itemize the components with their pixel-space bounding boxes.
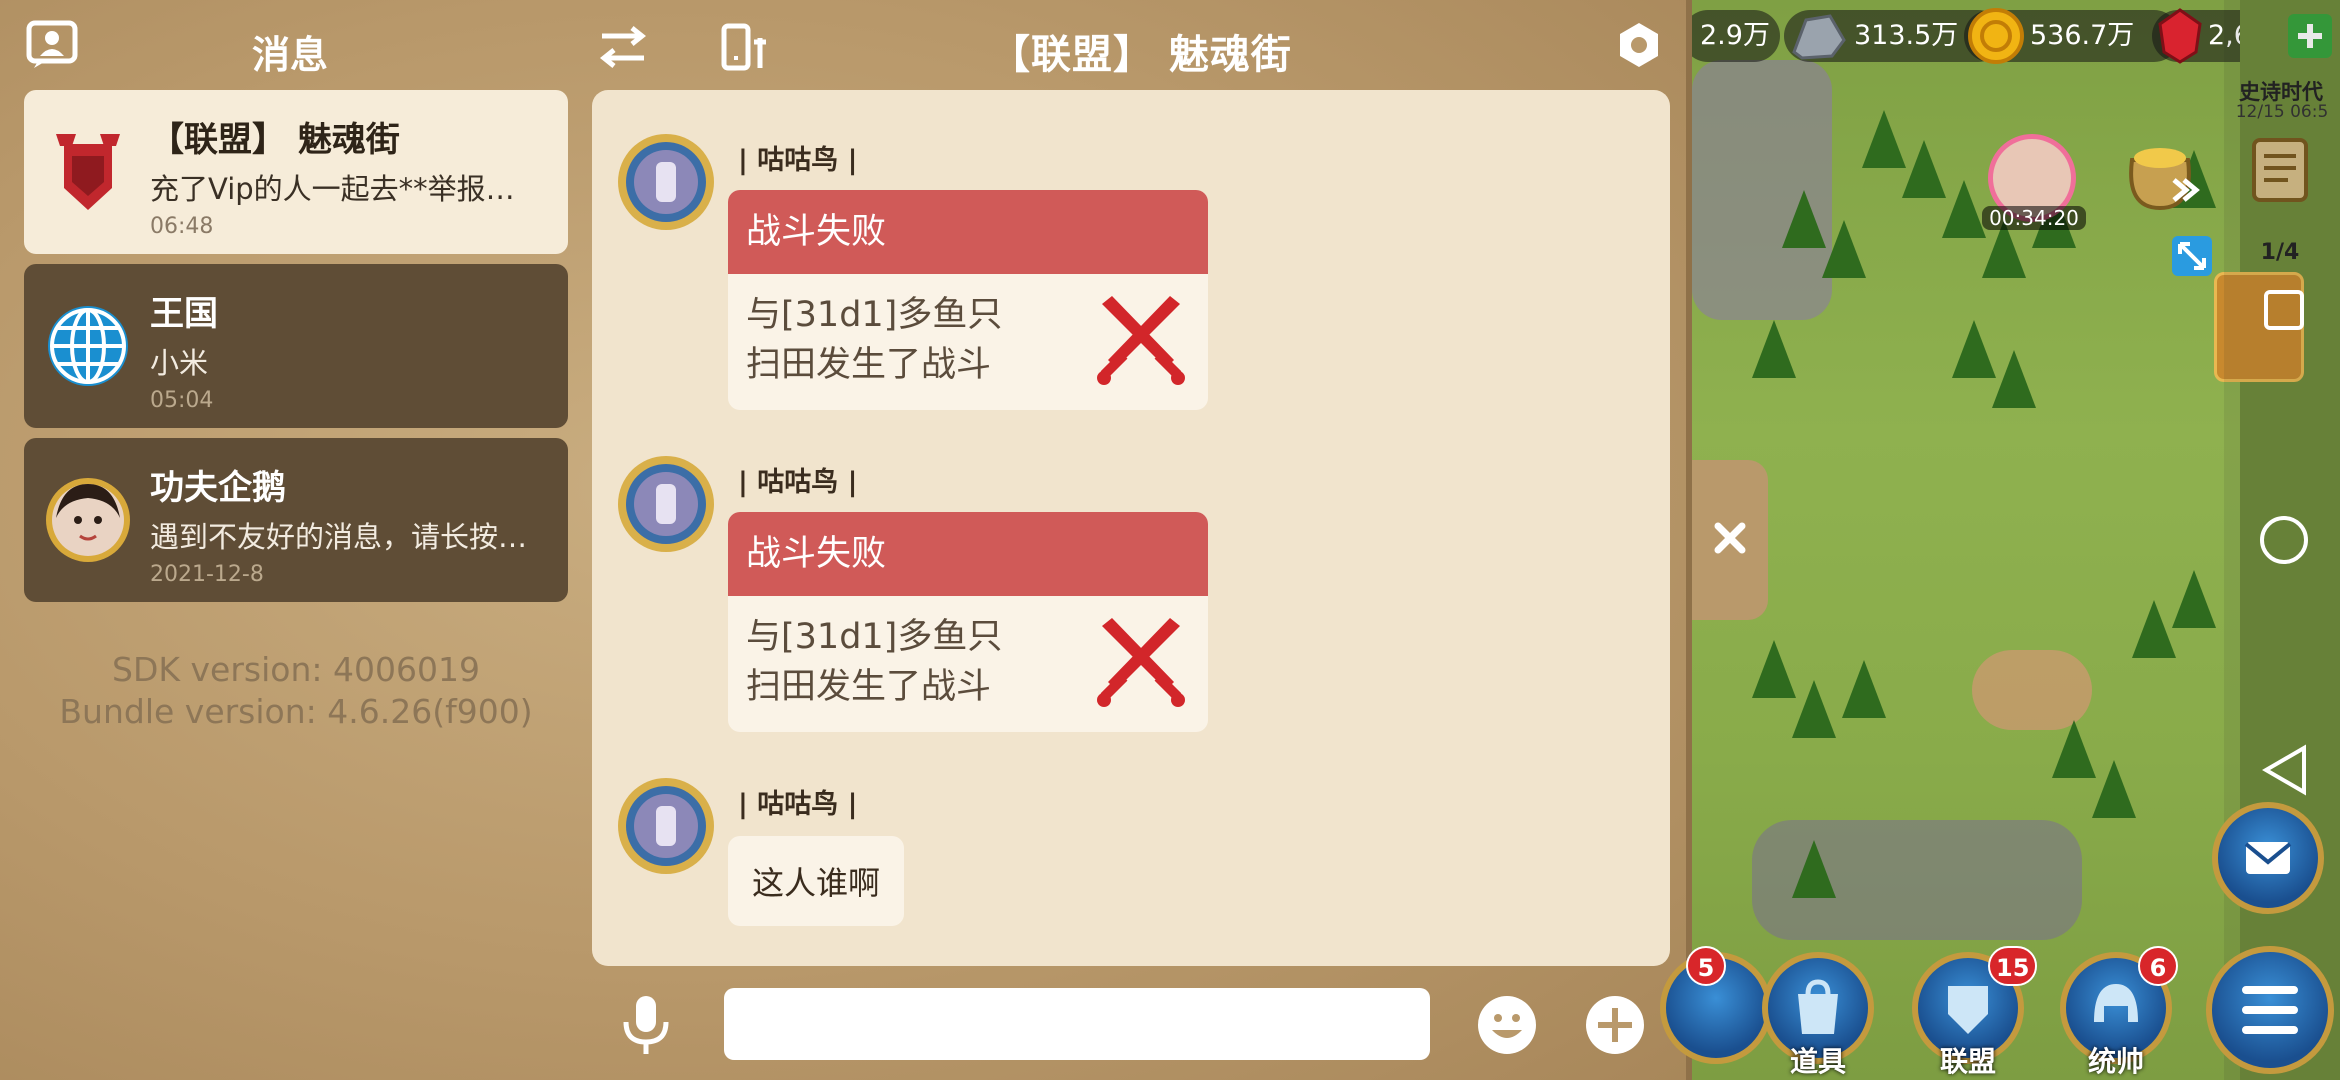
commander-label: 统帅 xyxy=(2087,1045,2144,1078)
resource-gold[interactable]: 536.7万 xyxy=(1964,8,2180,64)
battle-description: 与[31d1]多鱼只 扫田发生了战斗 xyxy=(746,290,1002,390)
chat-panel: 消息 【联盟】 魅魂街 【联盟】 魅魂街 充了Vip的人一起去**举报… 06:… xyxy=(0,0,1692,1080)
close-chat-tab[interactable] xyxy=(1692,460,1768,620)
battle-result-title: 战斗失败 xyxy=(728,512,1208,596)
battle-report-card[interactable]: 战斗失败 与[31d1]多鱼只 扫田发生了战斗 xyxy=(728,512,1208,732)
conversation-time: 2021-12-8 xyxy=(150,562,264,587)
close-icon xyxy=(1714,522,1746,554)
translate-icon[interactable] xyxy=(720,22,770,72)
text-message-bubble[interactable]: 这人谁啊 xyxy=(728,836,905,926)
mail-button[interactable] xyxy=(2212,802,2324,914)
conversation-item-private[interactable]: 功夫企鹅 遇到不友好的消息，请长按… 2021-12-8 xyxy=(24,438,568,602)
battle-report-card[interactable]: 战斗失败 与[31d1]多鱼只 扫田发生了战斗 xyxy=(728,190,1208,410)
bundle-version: Bundle version: 4.6.26(f900) xyxy=(59,692,533,731)
crossed-swords-icon xyxy=(1092,612,1190,710)
gold-coin-icon xyxy=(1968,8,2024,82)
contacts-icon[interactable] xyxy=(26,20,80,70)
home-icon[interactable] xyxy=(2260,516,2308,564)
tree xyxy=(1792,840,1836,898)
notification-badge: 5 xyxy=(1686,946,1726,986)
tree xyxy=(1752,640,1796,698)
tree xyxy=(1902,140,1946,198)
event-timer: 00:34:20 xyxy=(1982,206,2086,230)
mail-icon xyxy=(2244,842,2292,874)
tree xyxy=(2092,760,2136,818)
resource-partial-value: 2.9万 xyxy=(1700,20,1770,51)
sdk-version: SDK version: 4006019 xyxy=(112,650,480,689)
items-label: 道具 xyxy=(1789,1045,1846,1078)
emoji-icon[interactable] xyxy=(1476,994,1538,1056)
battle-line: 扫田发生了战斗 xyxy=(746,667,992,707)
sender-name: | 咕咕鸟 | xyxy=(738,145,858,176)
globe-icon xyxy=(42,300,134,392)
tree xyxy=(1862,110,1906,168)
conversation-preview: 充了Vip的人一起去**举报… xyxy=(150,172,515,206)
microphone-icon[interactable] xyxy=(620,994,672,1056)
treasure-bag-icon[interactable] xyxy=(2112,120,2208,216)
crossed-swords-icon xyxy=(1092,290,1190,388)
conversation-time: 06:48 xyxy=(150,214,214,239)
game-map[interactable]: 2.9万 313.5万 536.7万 2,669 00:34:20 xyxy=(1692,0,2240,1080)
gem-icon xyxy=(2156,8,2204,82)
chat-header-title: 【联盟】 魅魂街 xyxy=(990,32,1292,78)
tree xyxy=(2132,600,2176,658)
conversation-time: 05:04 xyxy=(150,388,214,413)
chat-text-input[interactable] xyxy=(724,988,1430,1060)
conversation-name: 功夫企鹅 xyxy=(150,468,286,508)
tree xyxy=(2052,720,2096,778)
tree xyxy=(1842,660,1886,718)
notification-badge: 15 xyxy=(1988,946,2038,986)
settings-icon[interactable] xyxy=(1614,20,1664,70)
tree xyxy=(1992,350,2036,408)
sender-avatar[interactable] xyxy=(614,452,718,556)
conversation-name: 王国 xyxy=(150,294,218,334)
battle-line: 与[31d1]多鱼只 xyxy=(746,295,1003,335)
alliance-flag-icon xyxy=(42,126,134,218)
menu-button[interactable] xyxy=(2206,946,2334,1074)
tree xyxy=(2172,570,2216,628)
switch-channel-icon[interactable] xyxy=(598,26,648,68)
battle-line: 与[31d1]多鱼只 xyxy=(746,617,1003,657)
battle-line: 扫田发生了战斗 xyxy=(746,345,992,385)
avatar xyxy=(42,474,134,566)
back-icon[interactable] xyxy=(2262,744,2308,800)
battle-description: 与[31d1]多鱼只 扫田发生了战斗 xyxy=(746,612,1002,712)
conversation-preview: 小米 xyxy=(150,346,209,380)
tree xyxy=(1822,220,1866,278)
conversation-name: 【联盟】 魅魂街 xyxy=(150,120,400,160)
sender-avatar[interactable] xyxy=(614,130,718,234)
conversation-preview: 遇到不友好的消息，请长按… xyxy=(150,520,528,554)
add-icon[interactable] xyxy=(1584,994,1646,1056)
tree xyxy=(1952,320,1996,378)
notification-badge: 6 xyxy=(2138,946,2178,986)
recent-apps-icon[interactable] xyxy=(2264,290,2304,330)
resource-partial[interactable]: 2.9万 xyxy=(1692,10,1780,62)
battle-result-title: 战斗失败 xyxy=(728,190,1208,274)
tree xyxy=(1782,190,1826,248)
resource-stone-value: 313.5万 xyxy=(1854,20,1959,51)
sender-name: | 咕咕鸟 | xyxy=(738,789,858,820)
chat-message-area[interactable]: | 咕咕鸟 | 战斗失败 与[31d1]多鱼只 扫田发生了战斗 | 咕咕鸟 | … xyxy=(592,90,1670,966)
sender-avatar[interactable] xyxy=(614,774,718,878)
conversation-item-kingdom[interactable]: 王国 小米 05:04 xyxy=(24,264,568,428)
menu-icon xyxy=(2242,986,2298,1034)
alliance-label: 联盟 xyxy=(1939,1045,1996,1078)
sender-name: | 咕咕鸟 | xyxy=(738,467,858,498)
expand-icon[interactable] xyxy=(2172,236,2212,276)
tree xyxy=(1942,180,1986,238)
tree xyxy=(1752,320,1796,378)
dirt-patch xyxy=(1972,650,2092,730)
messages-title: 消息 xyxy=(252,33,329,77)
conversation-item-alliance[interactable]: 【联盟】 魅魂街 充了Vip的人一起去**举报… 06:48 xyxy=(24,90,568,254)
tree xyxy=(1792,680,1836,738)
system-nav-bar xyxy=(2224,0,2340,1080)
resource-gold-value: 536.7万 xyxy=(2030,20,2135,51)
stone-icon xyxy=(1788,12,1848,78)
